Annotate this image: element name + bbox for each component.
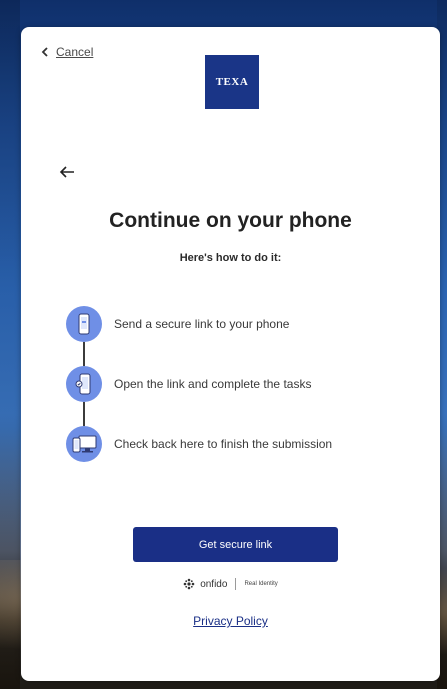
phone-tasks-icon <box>66 366 102 402</box>
step-item-send-link: Send a secure link to your phone <box>66 306 289 342</box>
brand-tagline: Real Identity <box>244 581 278 587</box>
phone-link-icon <box>66 306 102 342</box>
verification-modal: Cancel TEXA Continue on your phone Here'… <box>21 27 440 681</box>
step-label: Send a secure link to your phone <box>114 317 290 331</box>
cancel-label: Cancel <box>56 45 94 59</box>
page-subtitle: Here's how to do it: <box>179 252 282 264</box>
chevron-left-icon <box>41 47 48 57</box>
texa-logo: TEXA <box>205 55 259 109</box>
get-secure-link-button[interactable]: Get secure link <box>133 527 338 562</box>
logo-text: TEXA <box>215 76 249 88</box>
brand-name: onfido <box>200 578 228 590</box>
page-title: Continue on your phone <box>109 209 352 232</box>
step-connector <box>83 342 85 366</box>
onfido-branding: onfido Real Identity <box>21 578 440 590</box>
phone-desktop-icon <box>66 426 102 462</box>
cancel-link[interactable]: Cancel <box>41 45 93 59</box>
step-label: Check back here to finish the submission <box>114 437 333 451</box>
step-connector <box>83 402 85 426</box>
privacy-policy-link[interactable]: Privacy Policy <box>21 614 440 628</box>
arrow-left-icon[interactable] <box>59 165 75 179</box>
steps-list: Send a secure link to your phone Open th… <box>66 306 406 466</box>
onfido-logo-icon <box>183 578 195 590</box>
step-item-check-back: Check back here to finish the submission <box>66 426 332 462</box>
brand-divider <box>235 578 237 590</box>
step-item-open-link: Open the link and complete the tasks <box>66 366 311 402</box>
step-label: Open the link and complete the tasks <box>114 377 312 391</box>
